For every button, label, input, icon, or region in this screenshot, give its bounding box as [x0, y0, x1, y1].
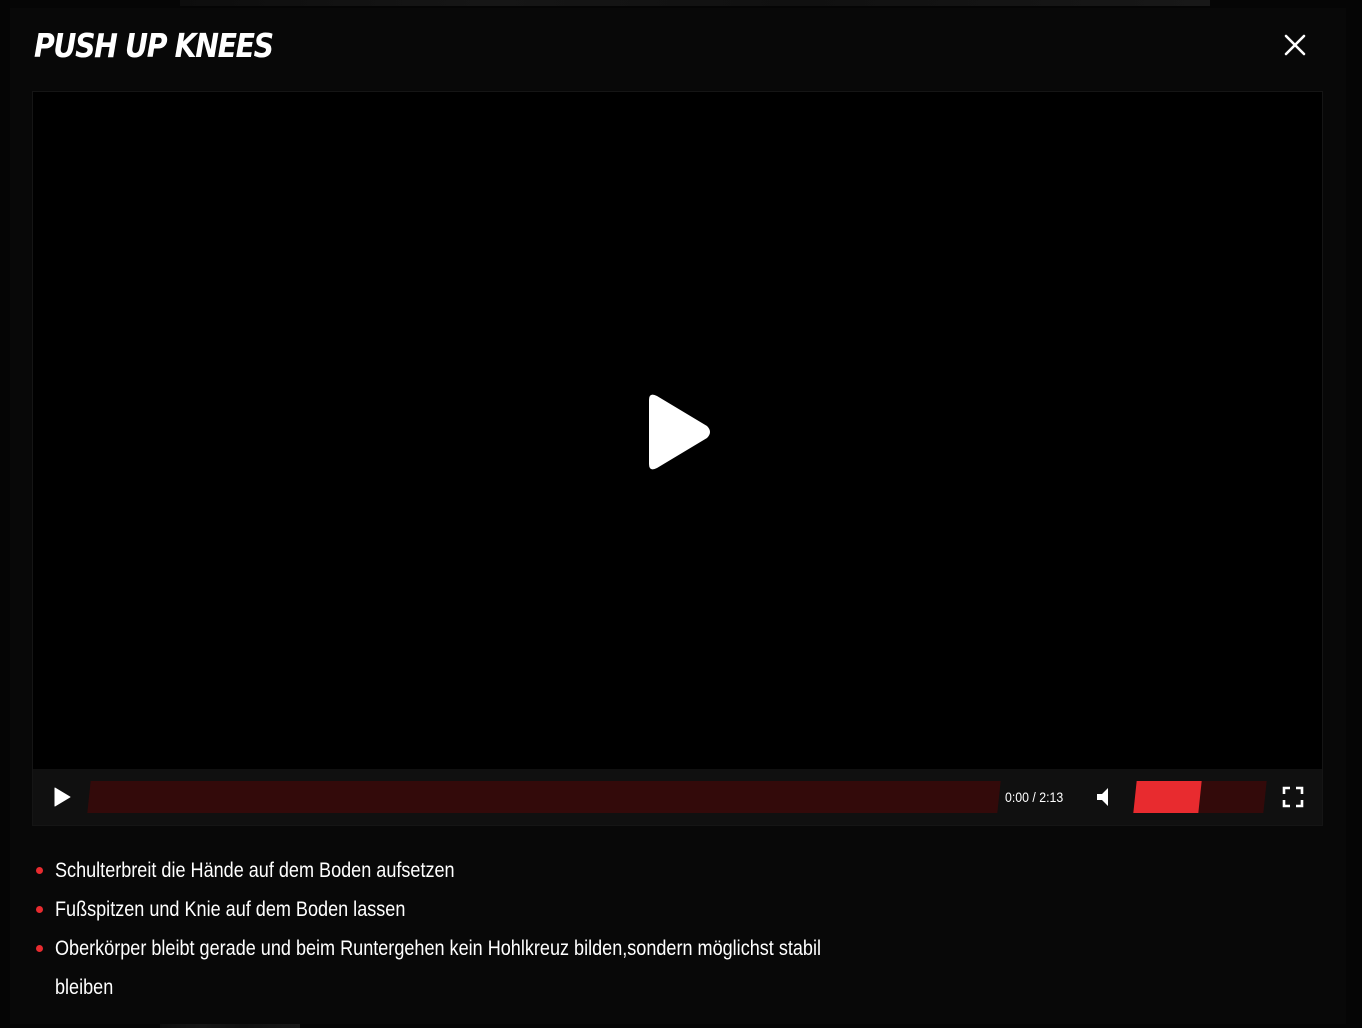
- video-controls: 0:00 / 2:13: [33, 769, 1322, 825]
- modal-title: PUSH UP KNEES: [34, 26, 274, 65]
- play-button[interactable]: [49, 785, 73, 809]
- fullscreen-icon: [1282, 786, 1304, 808]
- play-icon: [54, 787, 71, 807]
- bullet-icon: [36, 945, 43, 952]
- bullet-icon: [36, 867, 43, 874]
- time-display: 0:00 / 2:13: [1005, 789, 1064, 805]
- close-button[interactable]: [1280, 30, 1310, 60]
- play-icon: [649, 394, 710, 470]
- big-play-button[interactable]: [645, 392, 715, 472]
- instruction-list: Schulterbreit die Hände auf dem Boden au…: [34, 851, 864, 1007]
- instruction-text: Oberkörper bleibt gerade und beim Runter…: [55, 937, 821, 999]
- volume-slider[interactable]: [1133, 781, 1267, 813]
- mute-button[interactable]: [1093, 785, 1117, 809]
- background-page-strip: [180, 0, 1210, 6]
- volume-icon: [1097, 788, 1108, 806]
- progress-bar[interactable]: [87, 781, 1001, 813]
- close-icon: [1284, 34, 1306, 56]
- video-player[interactable]: 0:00 / 2:13: [32, 91, 1323, 826]
- fullscreen-button[interactable]: [1281, 785, 1305, 809]
- progress-fill: [87, 781, 91, 813]
- bullet-icon: [36, 906, 43, 913]
- volume-fill: [1133, 781, 1202, 813]
- exercise-modal: PUSH UP KNEES 0:00 / 2:13 Schulterbreit …: [10, 8, 1346, 1024]
- instruction-item: Oberkörper bleibt gerade und beim Runter…: [34, 929, 864, 1007]
- instruction-item: Fußspitzen und Knie auf dem Boden lassen: [34, 890, 864, 929]
- instruction-text: Fußspitzen und Knie auf dem Boden lassen: [55, 898, 406, 921]
- instruction-item: Schulterbreit die Hände auf dem Boden au…: [34, 851, 864, 890]
- instruction-text: Schulterbreit die Hände auf dem Boden au…: [55, 859, 455, 882]
